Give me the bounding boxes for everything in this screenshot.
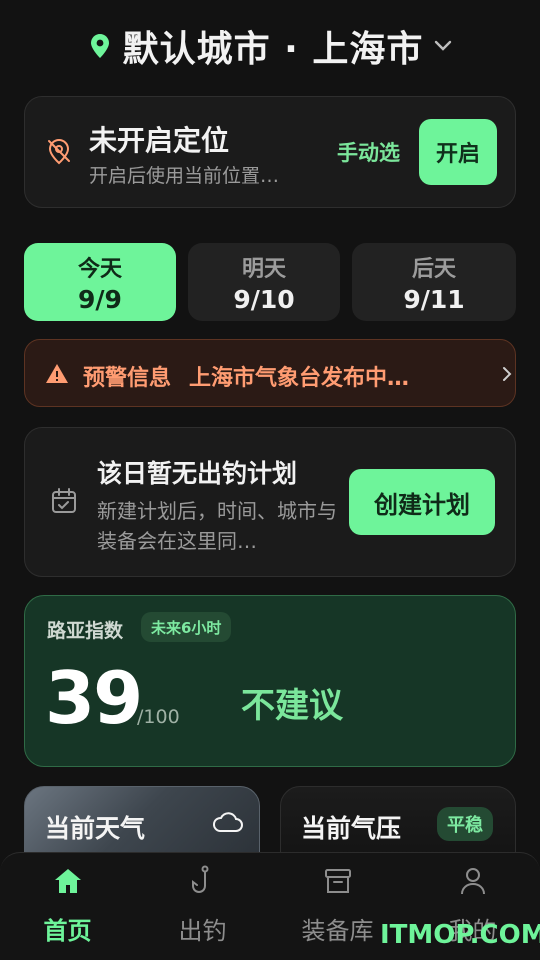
tab-tomorrow[interactable]: 明天 9/10: [188, 243, 340, 321]
plan-description: 新建计划后，时间、城市与装备会在这里同…: [97, 499, 337, 553]
tab-day-after-label: 后天: [411, 256, 456, 282]
cloud-icon: [211, 809, 243, 837]
city-selector[interactable]: 默认城市 · 上海市: [0, 18, 540, 74]
plan-card: 该日暂无出钓计划 新建计划后，时间、城市与装备会在这里同… 创建计划: [24, 427, 516, 577]
warning-text: 上海市气象台发布中…: [189, 366, 410, 391]
create-plan-button[interactable]: 创建计划: [349, 469, 495, 535]
tab-home-label: 首页: [43, 917, 92, 945]
lure-index-card[interactable]: 路亚指数 未来6小时 39 /100 不建议: [24, 595, 516, 767]
user-icon: [457, 865, 489, 897]
location-subtitle: 开启后使用当前位置…: [89, 165, 280, 187]
forecast-badge: 未来6小时: [141, 612, 232, 642]
lure-score: 39: [45, 656, 143, 740]
location-off-icon: [45, 137, 73, 165]
calendar-check-icon: [49, 486, 79, 516]
fishing-hook-icon: [187, 865, 219, 897]
location-card: 未开启定位 开启后使用当前位置… 手动选 开启: [24, 96, 516, 208]
chevron-right-icon: [497, 364, 517, 384]
location-title: 未开启定位: [89, 124, 230, 157]
warning-label: 预警信息: [83, 366, 172, 391]
city-title: 默认城市 · 上海市: [122, 29, 424, 70]
tab-day-after-date: 9/11: [403, 284, 465, 314]
chevron-down-icon: [433, 36, 453, 56]
tab-gear-label: 装备库: [301, 917, 374, 945]
lure-index-title: 路亚指数: [47, 620, 124, 642]
tab-today[interactable]: 今天 9/9: [24, 243, 176, 321]
warning-banner[interactable]: 预警信息 上海市气象台发布中…: [24, 339, 516, 407]
tab-today-label: 今天: [77, 256, 122, 282]
tab-fishing-label: 出钓: [178, 917, 227, 945]
manual-select-link[interactable]: 手动选: [337, 137, 400, 167]
tab-tomorrow-label: 明天: [241, 256, 286, 282]
lure-score-max: /100: [137, 706, 180, 728]
home-icon: [52, 865, 84, 897]
plan-title: 该日暂无出钓计划: [97, 459, 298, 488]
warning-icon: [45, 362, 69, 386]
tab-tomorrow-date: 9/10: [233, 284, 295, 314]
pressure-status-badge: 平稳: [437, 807, 493, 841]
archive-box-icon: [322, 865, 354, 897]
lure-verdict: 不建议: [241, 686, 343, 726]
tab-day-after[interactable]: 后天 9/11: [352, 243, 516, 321]
watermark-text: ITMOP.COM: [380, 920, 540, 950]
tab-fishing[interactable]: 出钓: [135, 853, 270, 960]
enable-location-button[interactable]: 开启: [419, 119, 497, 185]
current-pressure-title: 当前气压: [301, 814, 402, 843]
location-pin-icon: [87, 33, 113, 59]
tab-today-date: 9/9: [78, 284, 122, 314]
current-weather-title: 当前天气: [45, 814, 146, 843]
tab-home[interactable]: 首页: [0, 853, 135, 960]
